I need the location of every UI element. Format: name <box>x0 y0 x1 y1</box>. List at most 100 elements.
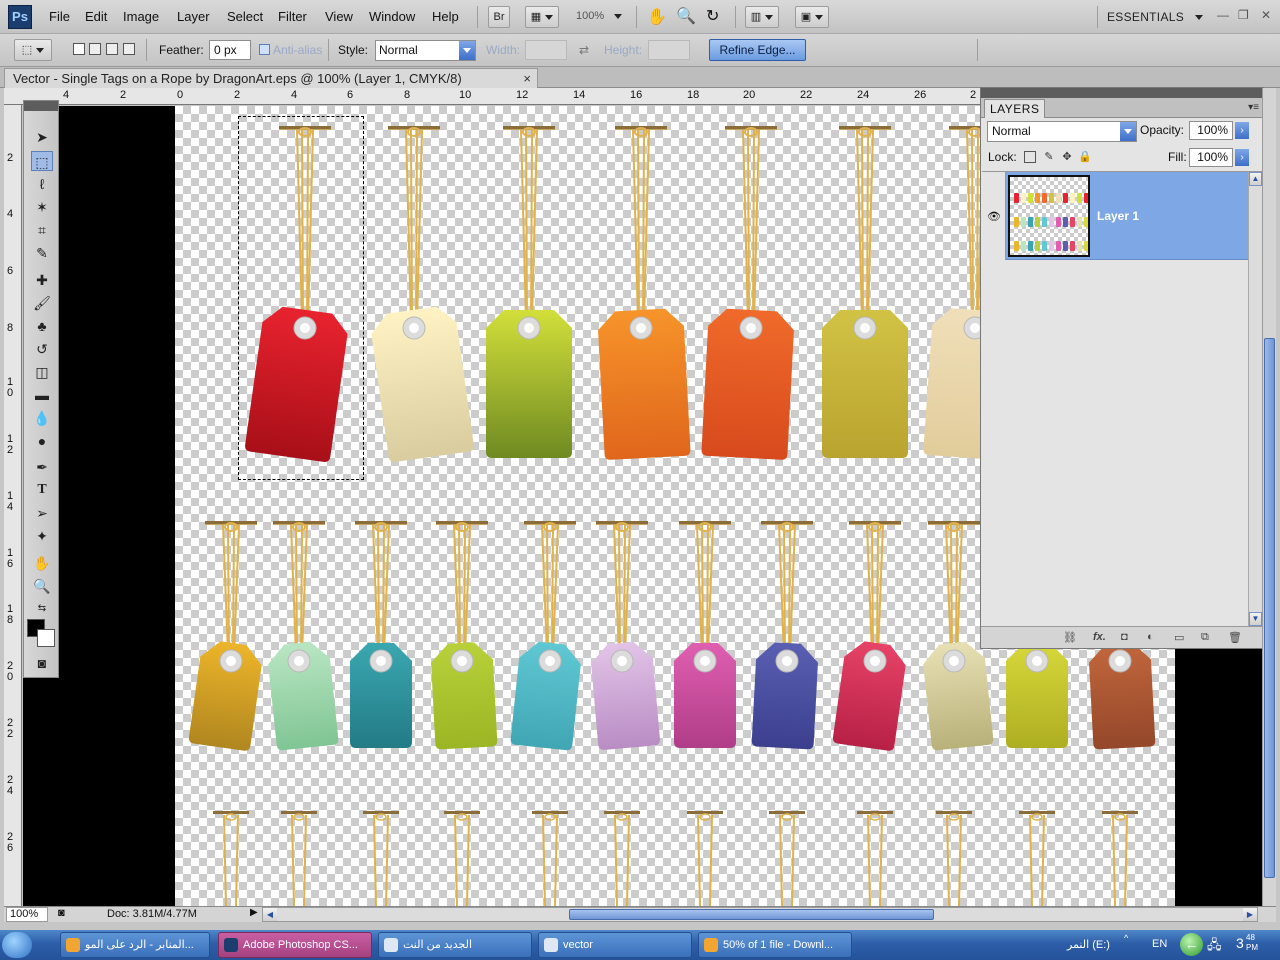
vertical-ruler[interactable]: 2 4 6 8 1 0 1 2 1 4 1 6 1 8 2 0 2 2 2 4 … <box>4 105 22 906</box>
lock-all-icon[interactable]: 🔒 <box>1078 151 1092 163</box>
zoom-level-dropdown[interactable]: 100% <box>576 10 604 22</box>
fill-slider-arrow-icon[interactable]: › <box>1235 149 1249 166</box>
quick-mask-icon[interactable]: ◙ <box>31 653 53 673</box>
hand-tool-icon[interactable]: ✋ <box>31 553 53 573</box>
crop-tool-icon[interactable]: ⌗ <box>31 220 53 240</box>
eyedropper-icon[interactable]: ✎ <box>31 243 53 263</box>
add-mask-icon[interactable]: ◘ <box>1121 631 1128 643</box>
clone-stamp-icon[interactable]: ♣ <box>31 316 53 336</box>
opacity-input[interactable]: 100% <box>1189 121 1233 140</box>
hand-tool-icon[interactable]: ✋ <box>647 7 667 27</box>
vertical-scrollbar[interactable] <box>1262 88 1276 906</box>
tools-panel-header[interactable] <box>24 101 58 111</box>
menu-filter[interactable]: Filter <box>278 9 307 24</box>
dodge-tool-icon[interactable]: ● <box>31 431 53 451</box>
rectangular-marquee-icon[interactable]: ⬚ <box>31 151 53 171</box>
lock-transparent-icon[interactable] <box>1024 151 1036 163</box>
eraser-icon[interactable]: ◫ <box>31 362 53 382</box>
screen-mode-button[interactable]: ▣ <box>795 6 829 28</box>
start-button[interactable] <box>2 932 32 958</box>
arrange-documents-button[interactable]: ▥ <box>745 6 779 28</box>
zoom-tool-icon[interactable]: 🔍 <box>676 6 696 26</box>
feather-input[interactable]: 0 px <box>209 40 251 60</box>
network-icon[interactable]: 🖧 <box>1207 936 1222 958</box>
status-menu-arrow-icon[interactable]: ▶ <box>250 907 258 918</box>
width-input[interactable] <box>525 40 567 60</box>
close-tab-icon[interactable]: × <box>523 69 531 88</box>
default-colors-icon[interactable]: ⇆ <box>31 599 53 619</box>
layer-name[interactable]: Layer 1 <box>1097 209 1139 223</box>
swap-dimensions-icon[interactable]: ⇄ <box>579 43 589 57</box>
menu-file[interactable]: File <box>49 9 70 24</box>
tab-layers[interactable]: LAYERS <box>984 99 1046 118</box>
lock-position-icon[interactable]: ✥ <box>1061 151 1073 163</box>
style-select[interactable]: Normal <box>375 40 476 61</box>
path-selection-icon[interactable]: ➢ <box>31 503 53 523</box>
blur-tool-icon[interactable]: 💧 <box>31 408 53 428</box>
language-indicator[interactable]: EN <box>1152 938 1167 950</box>
menu-edit[interactable]: Edit <box>85 9 107 24</box>
taskbar-item-firefox[interactable]: المنابر - الرد على المو... <box>60 932 210 958</box>
horizontal-scroll-thumb[interactable] <box>569 909 934 920</box>
anti-alias-checkbox[interactable] <box>259 44 270 55</box>
taskbar-item-vector[interactable]: vector <box>538 932 692 958</box>
move-tool-icon[interactable]: ➤ <box>31 127 53 147</box>
chevron-down-icon[interactable] <box>1195 15 1203 20</box>
healing-brush-icon[interactable]: ✚ <box>31 270 53 290</box>
visibility-toggle[interactable]: 👁 <box>982 172 1006 260</box>
new-selection-icon[interactable] <box>73 43 85 55</box>
clock[interactable]: 3 48 PM <box>1236 933 1258 952</box>
adjustment-layer-icon[interactable]: ◐ <box>1147 631 1154 643</box>
marquee-selection[interactable] <box>238 116 364 480</box>
taskbar-item-download[interactable]: 50% of 1 file - Downl... <box>698 932 852 958</box>
rotate-view-icon[interactable]: ↻ <box>706 6 719 26</box>
layer-row[interactable]: 👁 Layer 1 <box>982 172 1248 260</box>
scroll-up-icon[interactable]: ▲ <box>1249 172 1262 186</box>
horizontal-scrollbar[interactable]: ◀ ▶ <box>262 907 1258 922</box>
taskbar-item-photoshop[interactable]: Adobe Photoshop CS... <box>218 932 372 958</box>
link-layers-icon[interactable]: ⛓ <box>1063 631 1077 644</box>
fill-input[interactable]: 100% <box>1189 148 1233 167</box>
gradient-tool-icon[interactable]: ▬ <box>31 385 53 405</box>
height-input[interactable] <box>648 40 690 60</box>
tool-preset-picker[interactable]: ⬚ <box>14 39 52 61</box>
drive-label[interactable]: النمر (E:) <box>1067 938 1110 951</box>
menu-window[interactable]: Window <box>369 9 415 24</box>
close-icon[interactable]: ✕ <box>1261 8 1271 22</box>
back-arrow-icon[interactable]: ← <box>1180 933 1203 956</box>
lasso-tool-icon[interactable]: ℓ <box>31 174 53 194</box>
view-extras-button[interactable]: ▦ <box>525 6 559 28</box>
new-group-icon[interactable]: ▭ <box>1174 631 1184 644</box>
layers-panel-header[interactable] <box>981 88 1263 98</box>
fx-icon[interactable]: fx. <box>1093 631 1106 643</box>
brush-tool-icon[interactable]: 🖌 <box>31 293 53 313</box>
intersect-selection-icon[interactable] <box>123 43 135 55</box>
lock-image-icon[interactable]: ✎ <box>1043 151 1055 163</box>
chevron-down-icon[interactable] <box>614 14 622 19</box>
subtract-from-selection-icon[interactable] <box>106 43 118 55</box>
magic-wand-icon[interactable]: ✶ <box>31 197 53 217</box>
type-tool-icon[interactable]: T <box>31 480 53 500</box>
blend-mode-select[interactable]: Normal <box>987 121 1137 142</box>
refine-edge-button[interactable]: Refine Edge... <box>709 39 806 61</box>
status-zoom-field[interactable]: 100% <box>6 907 48 922</box>
tray-chevron-icon[interactable]: ^ <box>1124 933 1128 943</box>
add-to-selection-icon[interactable] <box>89 43 101 55</box>
launch-bridge-button[interactable]: Br <box>488 6 510 28</box>
panel-menu-icon[interactable]: ▾≡ <box>1248 102 1259 113</box>
scroll-down-icon[interactable]: ▼ <box>1249 612 1262 626</box>
menu-view[interactable]: View <box>325 9 353 24</box>
custom-shape-icon[interactable]: ✦ <box>31 526 53 546</box>
menu-help[interactable]: Help <box>432 9 459 24</box>
scroll-right-icon[interactable]: ▶ <box>1243 908 1257 921</box>
background-color-swatch[interactable] <box>37 629 55 647</box>
trash-icon[interactable]: 🗑 <box>1228 631 1242 644</box>
menu-select[interactable]: Select <box>227 9 263 24</box>
menu-image[interactable]: Image <box>123 9 159 24</box>
workspace-switcher[interactable]: ESSENTIALS <box>1107 10 1184 24</box>
zoom-tool-icon[interactable]: 🔍 <box>31 576 53 596</box>
vertical-scroll-thumb[interactable] <box>1264 338 1275 878</box>
new-layer-icon[interactable]: ⧉ <box>1201 631 1209 644</box>
minimize-icon[interactable]: — <box>1217 8 1229 22</box>
document-tab[interactable]: Vector - Single Tags on a Rope by Dragon… <box>4 68 538 88</box>
